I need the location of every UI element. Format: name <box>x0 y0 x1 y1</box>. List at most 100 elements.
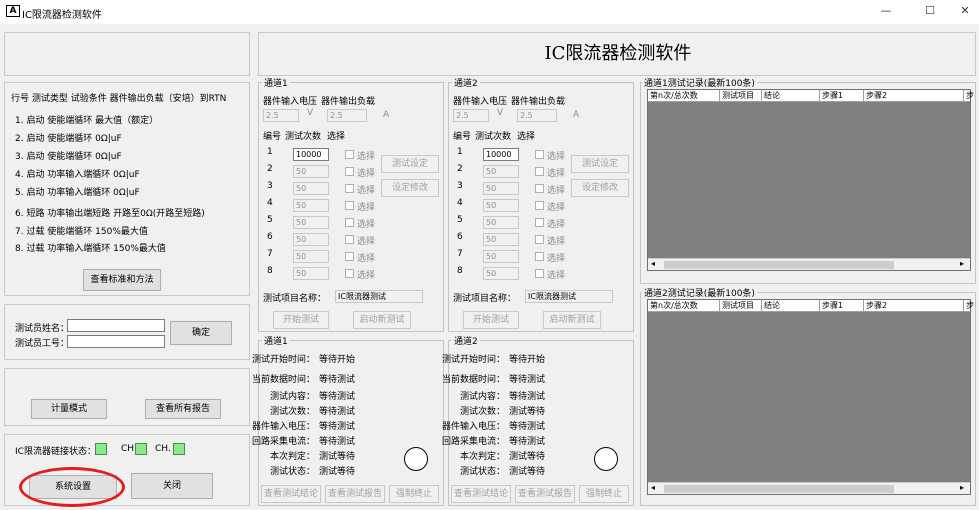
test-count-input[interactable]: 50 <box>293 267 329 280</box>
project-name-input[interactable]: IC限流器测试 <box>525 290 613 303</box>
status-value: 等待测试 <box>319 422 356 432</box>
metering-mode-button[interactable]: 计量模式 <box>31 399 107 419</box>
select-checkbox[interactable] <box>345 201 354 210</box>
test-count-input[interactable]: 50 <box>293 199 329 212</box>
record-group: 通道2测试记录(最新100条) 第n次/总次数 测试项目 结论 步骤1 步骤2 步 ◂ ▸ <box>640 286 976 506</box>
status-value: 等待测试 <box>319 407 356 417</box>
window-title: IC限流器检测软件 <box>22 10 102 21</box>
select-checkbox[interactable] <box>345 218 354 227</box>
scroll-left-arrow[interactable]: ◂ <box>651 259 655 268</box>
voltage-input[interactable]: 2.5 <box>263 109 299 122</box>
column-header: 结论 <box>762 300 820 311</box>
test-count-input[interactable]: 50 <box>483 199 519 212</box>
select-checkbox[interactable] <box>535 269 544 278</box>
test-count-input[interactable]: 50 <box>483 267 519 280</box>
record-grid[interactable]: 第n次/总次数 测试项目 结论 步骤1 步骤2 步 ◂ ▸ <box>647 299 974 495</box>
horizontal-scrollbar[interactable]: ◂ ▸ <box>648 258 970 270</box>
select-checkbox[interactable] <box>535 218 544 227</box>
start-test-button[interactable]: 开始测试 <box>273 311 329 329</box>
status-label: 回路采集电流： <box>251 437 315 447</box>
test-set-button[interactable]: 测试设定 <box>571 155 629 173</box>
select-checkbox[interactable] <box>535 184 544 193</box>
scroll-left-arrow[interactable]: ◂ <box>651 483 655 492</box>
confirm-button[interactable]: 确定 <box>170 321 232 345</box>
select-checkbox[interactable] <box>345 235 354 244</box>
test-count-input[interactable]: 50 <box>293 182 329 195</box>
column-header: 步骤2 <box>864 300 964 311</box>
tester-id-input[interactable] <box>67 335 165 348</box>
project-name-input[interactable]: IC限流器测试 <box>335 290 423 303</box>
select-checkbox[interactable] <box>345 167 354 176</box>
test-count-input[interactable]: 50 <box>483 165 519 178</box>
status-panel: IC限流器链接状态： CH CH. 系统设置 关闭 <box>4 434 250 507</box>
load-input[interactable]: 2.5 <box>517 109 557 122</box>
test-count-input[interactable]: 50 <box>293 165 329 178</box>
test-count-input[interactable]: 50 <box>483 233 519 246</box>
select-checkbox[interactable] <box>535 201 544 210</box>
select-checkbox[interactable] <box>345 269 354 278</box>
col-count-header: 测试次数 <box>475 132 512 142</box>
channel-status-title: 通道1 <box>262 334 290 347</box>
tester-id-label: 测试员工号： <box>15 339 70 349</box>
select-checkbox[interactable] <box>345 252 354 261</box>
voltage-input[interactable]: 2.5 <box>453 109 489 122</box>
channel-config-title: 通道1 <box>262 76 290 89</box>
load-input[interactable]: 2.5 <box>327 109 367 122</box>
view-result-button[interactable]: 查看测试结论 <box>451 485 511 503</box>
set-modify-button[interactable]: 设定修改 <box>381 179 439 197</box>
channel-status-group: 通道1 测试开始时间： 等待开始 当前数据时间： 等待测试 测试内容： 等待测试 测试次数：等… <box>252 334 444 506</box>
col-count-header: 测试次数 <box>285 132 322 142</box>
view-standards-button[interactable]: 查看标准和方法 <box>83 269 161 291</box>
col-select-header: 选择 <box>517 132 536 142</box>
force-stop-button[interactable]: 强制终止 <box>579 485 629 503</box>
set-modify-button[interactable]: 设定修改 <box>571 179 629 197</box>
status-value: 等待开始 <box>509 355 546 365</box>
horizontal-scrollbar[interactable]: ◂ ▸ <box>648 482 970 494</box>
test-count-input[interactable]: 50 <box>483 182 519 195</box>
scroll-thumb[interactable] <box>664 485 894 493</box>
test-count-input[interactable]: 50 <box>483 216 519 229</box>
view-report-button[interactable]: 查看测试报告 <box>325 485 385 503</box>
select-checkbox[interactable] <box>345 184 354 193</box>
logo-panel <box>4 32 250 76</box>
a-unit: A <box>573 110 580 120</box>
test-count-input[interactable]: 50 <box>293 216 329 229</box>
restart-test-button[interactable]: 启动新测试 <box>353 311 411 329</box>
record-grid[interactable]: 第n次/总次数 测试项目 结论 步骤1 步骤2 步 ◂ ▸ <box>647 89 974 271</box>
view-all-reports-button[interactable]: 查看所有报告 <box>145 399 221 419</box>
test-set-button[interactable]: 测试设定 <box>381 155 439 173</box>
view-report-button[interactable]: 查看测试报告 <box>515 485 575 503</box>
scroll-right-arrow[interactable]: ▸ <box>960 259 964 268</box>
test-count-input[interactable]: 10000 <box>293 148 329 161</box>
tester-name-input[interactable] <box>67 319 165 332</box>
standard-row: 7. 过载 使能端循环 150%最大值 <box>15 227 148 237</box>
scroll-thumb[interactable] <box>664 261 894 269</box>
minimize-button[interactable]: — <box>876 4 896 20</box>
test-count-input[interactable]: 50 <box>293 233 329 246</box>
scroll-right-arrow[interactable]: ▸ <box>960 483 964 492</box>
test-count-input[interactable]: 10000 <box>483 148 519 161</box>
force-stop-button[interactable]: 强制终止 <box>389 485 439 503</box>
close-window-button[interactable]: ✕ <box>955 4 975 20</box>
column-header: 步骤2 <box>864 90 964 101</box>
view-result-button[interactable]: 查看测试结论 <box>261 485 321 503</box>
v-unit: V <box>497 108 504 118</box>
start-test-button[interactable]: 开始测试 <box>463 311 519 329</box>
select-checkbox[interactable] <box>535 252 544 261</box>
maximize-button[interactable]: ☐ <box>920 4 940 20</box>
test-count-input[interactable]: 50 <box>483 250 519 263</box>
select-checkbox[interactable] <box>535 150 544 159</box>
select-checkbox[interactable] <box>345 150 354 159</box>
status-value: 等待测试 <box>319 375 356 385</box>
select-checkbox[interactable] <box>535 167 544 176</box>
status-label: 本次判定： <box>269 452 315 462</box>
select-label: 选择 <box>357 271 376 281</box>
column-header: 测试项目 <box>720 300 762 311</box>
record-title: 通道1测试记录(最新100条) <box>642 76 757 89</box>
select-checkbox[interactable] <box>535 235 544 244</box>
status-value: 等待测试 <box>509 392 546 402</box>
restart-test-button[interactable]: 启动新测试 <box>543 311 601 329</box>
close-button[interactable]: 关闭 <box>131 473 213 499</box>
select-label: 选择 <box>357 186 376 196</box>
test-count-input[interactable]: 50 <box>293 250 329 263</box>
